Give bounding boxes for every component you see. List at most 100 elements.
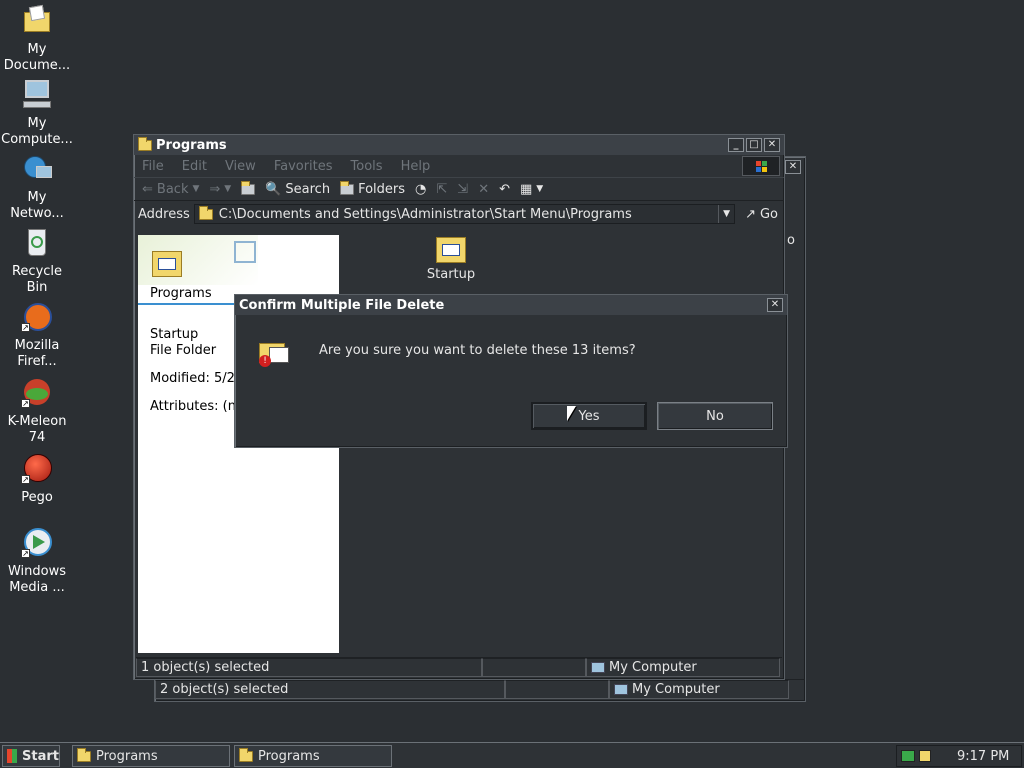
status-text: 2 object(s) selected <box>160 682 289 697</box>
start-label: Start <box>22 748 59 764</box>
views-grid-icon: ▦ <box>520 181 533 197</box>
desktop-icon-my-network[interactable]: My Netwo... <box>0 152 74 222</box>
back-arrow-icon: ⇐ <box>142 181 153 197</box>
panel-item-type: File Folder <box>150 343 217 358</box>
folders-icon <box>340 180 355 195</box>
search-button[interactable]: 🔍 Search <box>265 182 330 197</box>
desktop-icon-label: Windows Media ... <box>7 564 67 595</box>
no-label: No <box>706 408 724 424</box>
status-selection: 2 object(s) selected <box>155 680 505 699</box>
maximize-button[interactable]: □ <box>746 138 762 152</box>
address-bar: Address C:\Documents and Settings\Admini… <box>134 201 784 227</box>
menu-view[interactable]: View <box>225 159 256 174</box>
address-input[interactable]: C:\Documents and Settings\Administrator\… <box>193 204 736 224</box>
k-meleon-icon: ↗ <box>20 376 54 410</box>
undo-icon: ↶ <box>499 181 510 197</box>
network-tray-icon[interactable] <box>901 750 915 762</box>
folder-icon <box>138 136 152 151</box>
pego-icon: ↗ <box>20 452 54 486</box>
desktop-icon-recycle-bin[interactable]: Recycle Bin <box>0 226 74 296</box>
network-globe-icon <box>20 152 54 186</box>
panel-folder-title: Programs <box>150 286 212 301</box>
desktop-icon-label: Pego <box>21 490 53 505</box>
background-status-bar: 2 object(s) selected My Computer <box>155 679 805 699</box>
desktop-icon-k-meleon[interactable]: ↗ K-Meleon 74 <box>0 376 74 446</box>
status-empty <box>505 680 609 699</box>
folder-item-startup[interactable]: Startup <box>416 237 486 282</box>
up-folder-icon <box>241 180 256 195</box>
desktop-icon-mozilla-firefox[interactable]: ↗ Mozilla Firef... <box>0 300 74 370</box>
delete-button[interactable]: ✕ <box>478 182 489 197</box>
status-selection: 1 object(s) selected <box>136 658 482 677</box>
move-to-icon: ⇱ <box>436 181 448 197</box>
start-button[interactable]: Start <box>2 745 60 767</box>
history-icon: ◔ <box>415 181 427 197</box>
close-button[interactable]: ✕ <box>785 160 801 174</box>
desktop-icon-label: My Compute... <box>1 116 73 147</box>
menu-bar: File Edit View Favorites Tools Help <box>134 155 784 177</box>
delete-icon: ✕ <box>478 181 490 197</box>
copy-to-button[interactable]: ⇲ <box>457 182 468 197</box>
go-button[interactable]: ↗ Go <box>739 207 784 222</box>
go-arrow-icon: ↗ <box>745 206 756 222</box>
desktop-icon-label: My Netwo... <box>10 190 64 221</box>
go-label: Go <box>759 206 778 222</box>
forward-button[interactable]: ⇒ ▼ <box>209 182 231 197</box>
task-label: Programs <box>96 748 158 764</box>
desktop-icon-my-computer[interactable]: My Compute... <box>0 78 74 148</box>
system-tray: 9:17 PM <box>896 745 1022 767</box>
history-button[interactable]: ◔ <box>415 182 426 197</box>
up-folder-button[interactable] <box>241 180 256 195</box>
back-button[interactable]: ⇐ Back ▼ <box>142 182 199 197</box>
my-computer-icon <box>20 78 54 112</box>
no-button[interactable]: No <box>657 402 773 430</box>
dialog-close-button[interactable]: ✕ <box>767 298 783 312</box>
my-computer-icon <box>591 662 605 673</box>
menu-file[interactable]: File <box>142 159 164 174</box>
chevron-down-icon: ▼ <box>536 184 544 194</box>
views-button[interactable]: ▦ ▼ <box>520 182 543 197</box>
taskbar-item-programs-2[interactable]: Programs <box>234 745 392 767</box>
desktop-icon-pego[interactable]: ↗ Pego <box>0 452 74 506</box>
desktop-icon-my-documents[interactable]: My Docume... <box>0 4 74 74</box>
windows-logo-icon <box>742 156 780 176</box>
dialog-title-bar[interactable]: Confirm Multiple File Delete ✕ <box>235 295 787 315</box>
banner-outline-icon <box>234 241 256 263</box>
folders-label: Folders <box>358 181 406 197</box>
menu-favorites[interactable]: Favorites <box>274 159 333 174</box>
taskbar-item-programs-1[interactable]: Programs <box>72 745 230 767</box>
dialog-title: Confirm Multiple File Delete <box>239 297 445 313</box>
desktop-icon-label: My Docume... <box>3 42 71 73</box>
programs-folder-icon <box>152 251 182 277</box>
toolbar: ⇐ Back ▼ ⇒ ▼ 🔍 Search Folders ◔ ⇱ ⇲ ✕ ↶ … <box>134 177 784 201</box>
yes-label: Yes <box>578 408 600 424</box>
title-bar[interactable]: Programs _ □ ✕ <box>134 135 784 155</box>
menu-help[interactable]: Help <box>401 159 431 174</box>
folders-button[interactable]: Folders <box>340 180 406 197</box>
address-dropdown[interactable]: ▼ <box>718 205 734 223</box>
my-documents-icon <box>20 4 54 38</box>
folder-icon <box>77 747 91 762</box>
panel-item-name: Startup <box>150 327 199 342</box>
move-to-button[interactable]: ⇱ <box>436 182 447 197</box>
folder-icon <box>198 205 213 220</box>
status-zone: My Computer <box>586 658 780 677</box>
confirm-delete-dialog[interactable]: Confirm Multiple File Delete ✕ ! Are you… <box>234 294 788 448</box>
windows-flag-icon <box>7 749 18 763</box>
yes-button[interactable]: Yes <box>531 402 647 430</box>
desktop-icon-label: Recycle Bin <box>11 264 63 295</box>
minimize-button[interactable]: _ <box>728 138 744 152</box>
clock: 9:17 PM <box>957 748 1010 764</box>
desktop-icon-label: Mozilla Firef... <box>14 338 60 369</box>
close-button[interactable]: ✕ <box>764 138 780 152</box>
menu-tools[interactable]: Tools <box>351 159 383 174</box>
folder-item-label: Startup <box>426 267 476 282</box>
volume-tray-icon[interactable] <box>919 750 931 762</box>
undo-button[interactable]: ↶ <box>499 182 510 197</box>
desktop-icon-windows-media[interactable]: ↗ Windows Media ... <box>0 526 74 596</box>
status-zone: My Computer <box>609 680 789 699</box>
status-zone-text: My Computer <box>632 682 720 697</box>
address-label: Address <box>138 206 190 222</box>
menu-edit[interactable]: Edit <box>182 159 207 174</box>
panel-modified: Modified: 5/2 <box>150 371 235 386</box>
